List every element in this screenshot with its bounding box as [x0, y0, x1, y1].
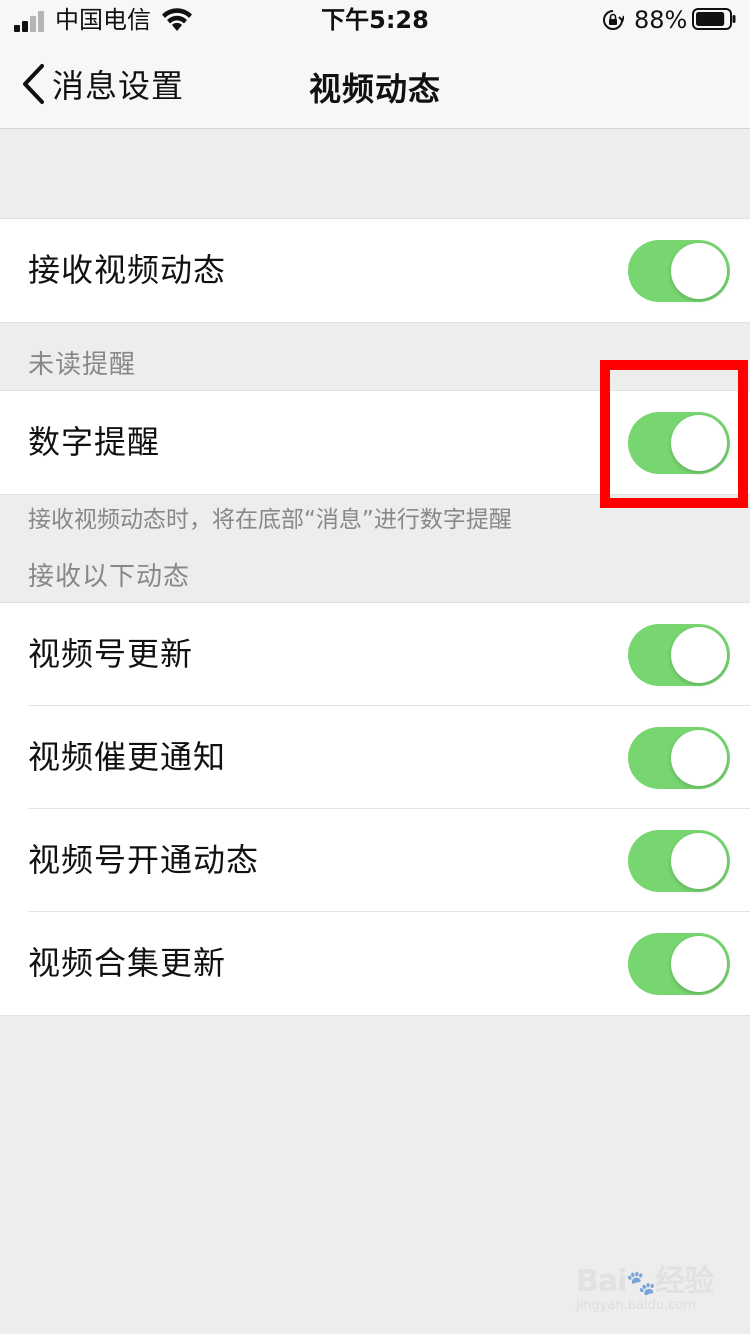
cell-label: 视频合集更新 — [28, 944, 227, 982]
cell-label: 接收视频动态 — [28, 251, 227, 289]
toggle-knob — [671, 936, 727, 992]
battery-percent: 88% — [634, 6, 688, 34]
baidu-jingyan-watermark: Bai🐾经验 jingyan.baidu.com — [576, 1248, 716, 1318]
watermark-logo: Bai🐾经验 — [576, 1264, 714, 1299]
toggle-knob — [671, 243, 727, 299]
section-footer-unread: 接收视频动态时，将在底部“消息”进行数字提醒 — [28, 507, 512, 533]
main-toggle-group: 接收视频动态 — [0, 218, 750, 323]
section-header-unread: 未读提醒 — [28, 350, 137, 380]
highlight-annotation-box — [600, 360, 748, 508]
page-title: 视频动态 — [308, 70, 441, 108]
toggle-knob — [671, 730, 727, 786]
cell-label: 视频催更通知 — [28, 738, 227, 776]
collection-updates-toggle[interactable] — [628, 933, 730, 995]
cell-label: 视频号开通动态 — [28, 841, 260, 879]
cell-collection-updates: 视频合集更新 — [0, 911, 750, 1015]
battery-icon — [692, 8, 736, 30]
channel-opened-toggle[interactable] — [628, 830, 730, 892]
cell-label: 视频号更新 — [28, 635, 194, 673]
section-header-receive: 接收以下动态 — [28, 562, 191, 592]
receive-group: 视频号更新 视频催更通知 视频号开通动态 视频合集更新 — [0, 602, 750, 1016]
toggle-knob — [671, 833, 727, 889]
nav-bar: 消息设置 视频动态 — [0, 40, 750, 129]
orientation-lock-icon — [603, 10, 624, 30]
cell-channel-updates: 视频号更新 — [0, 603, 750, 706]
toggle-knob — [671, 627, 727, 683]
status-bar: 中国电信 下午5:28 88% — [0, 0, 750, 40]
channel-updates-toggle[interactable] — [628, 624, 730, 686]
cell-receive-video-updates: 接收视频动态 — [0, 219, 750, 322]
cell-channel-opened: 视频号开通动态 — [0, 808, 750, 912]
update-request-notice-toggle[interactable] — [628, 727, 730, 789]
watermark-url: jingyan.baidu.com — [576, 1298, 696, 1313]
cell-update-request-notice: 视频催更通知 — [0, 705, 750, 809]
cell-label: 数字提醒 — [28, 423, 161, 461]
receive-video-updates-toggle[interactable] — [628, 240, 730, 302]
